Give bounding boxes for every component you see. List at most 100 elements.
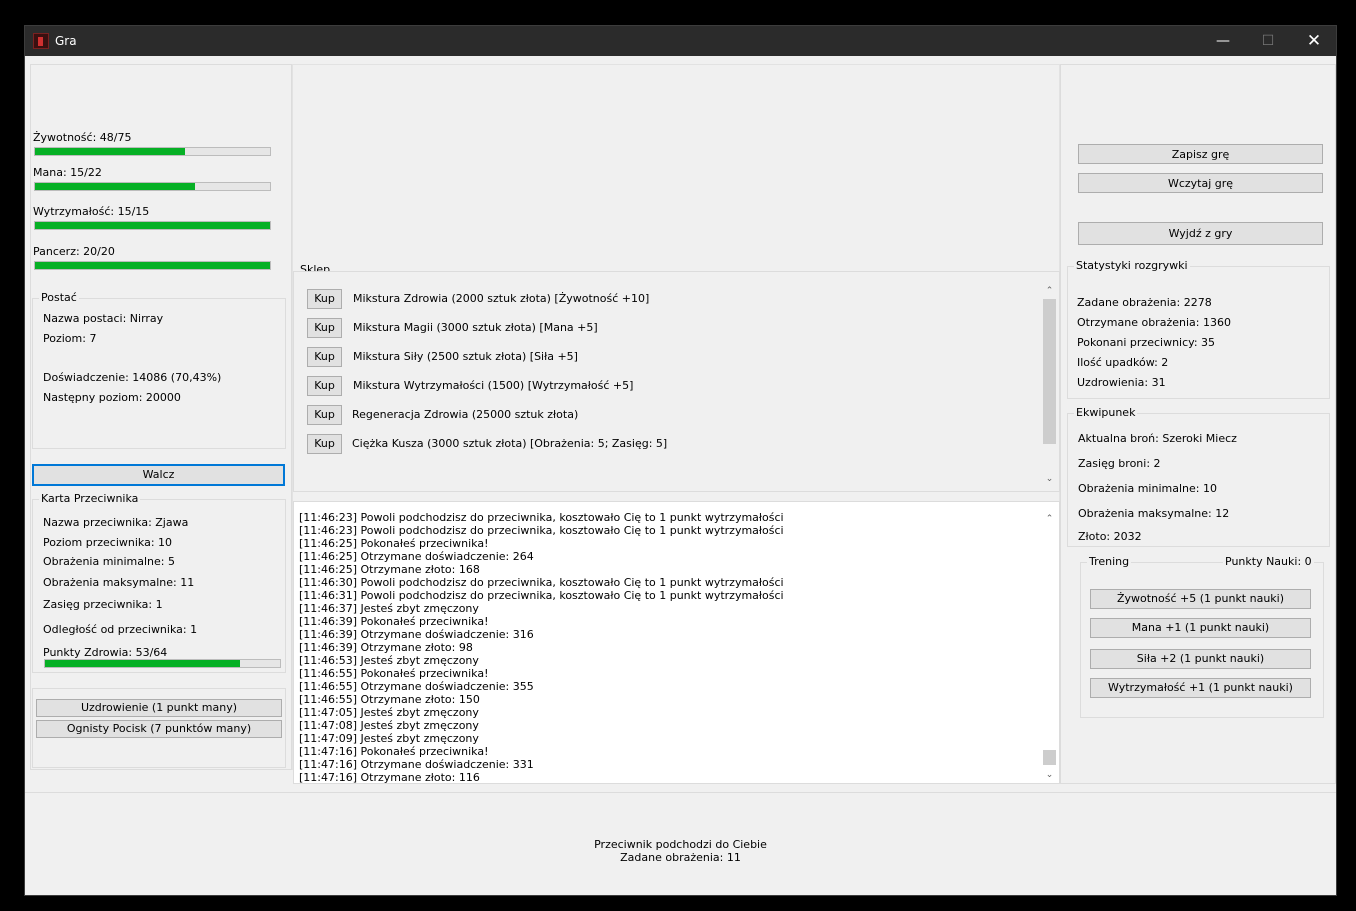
log-line: [11:46:31] Powoli podchodzisz do przeciw… (299, 589, 784, 602)
log-line: [11:46:39] Otrzymane złoto: 98 (299, 641, 473, 654)
title-bar[interactable]: Gra — ☐ ✕ (25, 26, 1336, 56)
shop-item-label: Regeneracja Zdrowia (25000 sztuk złota) (352, 408, 579, 421)
shop-buy-button[interactable]: Kup (307, 318, 342, 338)
stat-defeated: Pokonani przeciwnicy: 35 (1077, 336, 1216, 349)
window-title: Gra (55, 34, 77, 48)
shop-scroll-thumb[interactable] (1043, 299, 1056, 444)
log-line: [11:47:16] Pokonałeś przeciwnika! (299, 745, 489, 758)
enemy-dmg-min: Obrażenia minimalne: 5 (43, 555, 175, 568)
train-mana-button[interactable]: Mana +1 (1 punkt nauki) (1090, 618, 1311, 638)
log-line: [11:46:55] Otrzymane doświadczenie: 355 (299, 680, 534, 693)
character-group: Postać Nazwa postaci: Nirray Poziom: 7 D… (32, 291, 286, 449)
heal-spell-button[interactable]: Uzdrowienie (1 punkt many) (36, 699, 282, 717)
character-level: Poziom: 7 (43, 332, 97, 345)
enemy-range: Zasięg przeciwnika: 1 (43, 598, 163, 611)
equip-dmg-max: Obrażenia maksymalne: 12 (1078, 507, 1230, 520)
shop-area: Kup Mikstura Zdrowia (2000 sztuk złota) [… (293, 271, 1060, 492)
log-line: [11:46:55] Pokonałeś przeciwnika! (299, 667, 489, 680)
combat-log[interactable]: [11:46:23] Powoli podchodzisz do przeciw… (293, 501, 1060, 784)
character-next-level: Następny poziom: 20000 (43, 391, 181, 404)
status-area: Przeciwnik podchodzi do Ciebie Zadane ob… (25, 792, 1336, 896)
log-scrollbar[interactable]: ⌃ ⌄ (1041, 507, 1058, 782)
scroll-up-icon[interactable]: ⌃ (1041, 283, 1058, 299)
training-group: Trening Punkty Nauki: 0 Żywotność +5 (1 … (1080, 555, 1324, 718)
equip-range: Zasięg broni: 2 (1078, 457, 1161, 470)
enemy-hp-bar (44, 659, 281, 668)
spells-group: Uzdrowienie (1 punkt many) Ognisty Pocis… (32, 688, 286, 768)
shop-item-label: Mikstura Wytrzymałości (1500) [Wytrzymał… (353, 379, 634, 392)
status-line-2: Zadane obrażenia: 11 (620, 851, 741, 864)
armor-label: Pancerz: 20/20 (33, 245, 115, 258)
training-title: Trening (1087, 555, 1132, 568)
shop-item-label: Ciężka Kusza (3000 sztuk złota) [Obrażen… (352, 437, 668, 450)
log-line: [11:47:16] Otrzymane złoto: 116 (299, 771, 480, 784)
train-stamina-button[interactable]: Wytrzymałość +1 (1 punkt nauki) (1090, 678, 1311, 698)
mana-label: Mana: 15/22 (33, 166, 102, 179)
log-scroll-thumb[interactable] (1043, 750, 1056, 765)
character-exp: Doświadczenie: 14086 (70,43%) (43, 371, 222, 384)
exit-game-button[interactable]: Wyjdź z gry (1078, 222, 1323, 245)
log-line: [11:46:39] Otrzymane doświadczenie: 316 (299, 628, 534, 641)
shop-buy-button[interactable]: Kup (307, 347, 342, 367)
shop-buy-button[interactable]: Kup (307, 289, 342, 309)
stamina-bar-fill (35, 222, 270, 229)
enemy-hp-bar-fill (45, 660, 240, 667)
train-hp-button[interactable]: Żywotność +5 (1 punkt nauki) (1090, 589, 1311, 609)
stat-heals: Uzdrowienia: 31 (1077, 376, 1166, 389)
log-scroll-up-icon[interactable]: ⌃ (1041, 511, 1058, 527)
load-game-button[interactable]: Wczytaj grę (1078, 173, 1323, 193)
armor-bar (34, 261, 271, 270)
fight-button[interactable]: Walcz (32, 464, 285, 486)
stamina-label: Wytrzymałość: 15/15 (33, 205, 150, 218)
equip-dmg-min: Obrażenia minimalne: 10 (1078, 482, 1217, 495)
shop-buy-button[interactable]: Kup (307, 376, 342, 396)
log-line: [11:46:53] Jesteś zbyt zmęczony (299, 654, 479, 667)
enemy-dmg-max: Obrażenia maksymalne: 11 (43, 576, 195, 589)
equip-gold: Złoto: 2032 (1078, 530, 1142, 543)
maximize-icon[interactable]: ☐ (1245, 26, 1291, 56)
stamina-bar (34, 221, 271, 230)
log-line: [11:46:25] Otrzymane doświadczenie: 264 (299, 550, 534, 563)
shop-item-label: Mikstura Siły (2500 sztuk złota) [Siła +… (353, 350, 578, 363)
mana-bar (34, 182, 271, 191)
enemy-hp-label: Punkty Zdrowia: 53/64 (43, 646, 168, 659)
shop-buy-button[interactable]: Kup (307, 434, 342, 454)
log-line: [11:47:05] Jesteś zbyt zmęczony (299, 706, 479, 719)
stat-received: Otrzymane obrażenia: 1360 (1077, 316, 1231, 329)
equipment-title: Ekwipunek (1074, 406, 1138, 419)
hp-bar-fill (35, 148, 186, 155)
character-group-title: Postać (39, 291, 79, 304)
equipment-group: Ekwipunek Aktualna broń: Szeroki Miecz Z… (1067, 406, 1330, 547)
shop-scrollbar[interactable]: ⌃ ⌄ (1041, 281, 1058, 490)
stat-falls: Ilość upadków: 2 (1077, 356, 1169, 369)
stat-dealt: Zadane obrażenia: 2278 (1077, 296, 1212, 309)
save-game-button[interactable]: Zapisz grę (1078, 144, 1323, 164)
train-strength-button[interactable]: Siła +2 (1 punkt nauki) (1090, 649, 1311, 669)
shop-item-label: Mikstura Magii (3000 sztuk złota) [Mana … (353, 321, 598, 334)
log-line: [11:47:08] Jesteś zbyt zmęczony (299, 719, 479, 732)
enemy-level: Poziom przeciwnika: 10 (43, 536, 173, 549)
shop-item-label: Mikstura Zdrowia (2000 sztuk złota) [Żyw… (353, 292, 650, 305)
fireball-spell-button[interactable]: Ognisty Pocisk (7 punktów many) (36, 720, 282, 738)
log-line: [11:46:23] Powoli podchodzisz do przeciw… (299, 524, 784, 537)
log-lines: [11:46:23] Powoli podchodzisz do przeciw… (299, 511, 784, 784)
log-scroll-down-icon[interactable]: ⌄ (1041, 767, 1058, 783)
shop-buy-button[interactable]: Kup (307, 405, 342, 425)
close-icon[interactable]: ✕ (1291, 26, 1337, 56)
log-line: [11:47:16] Otrzymane doświadczenie: 331 (299, 758, 534, 771)
mana-bar-fill (35, 183, 196, 190)
log-line: [11:47:09] Jesteś zbyt zmęczony (299, 732, 479, 745)
hp-label: Żywotność: 48/75 (33, 131, 132, 144)
character-name: Nazwa postaci: Nirray (43, 312, 164, 325)
enemy-name: Nazwa przeciwnika: Zjawa (43, 516, 189, 529)
enemy-distance: Odległość od przeciwnika: 1 (43, 623, 198, 636)
minimize-icon[interactable]: — (1200, 26, 1246, 56)
status-line-1: Przeciwnik podchodzi do Ciebie (594, 838, 767, 851)
scroll-down-icon[interactable]: ⌄ (1041, 471, 1058, 487)
log-line: [11:46:25] Pokonałeś przeciwnika! (299, 537, 489, 550)
training-points: Punkty Nauki: 0 (1223, 555, 1314, 568)
enemy-group-title: Karta Przeciwnika (39, 492, 141, 505)
log-line: [11:46:25] Otrzymane złoto: 168 (299, 563, 480, 576)
hp-bar (34, 147, 271, 156)
app-icon (33, 33, 49, 49)
